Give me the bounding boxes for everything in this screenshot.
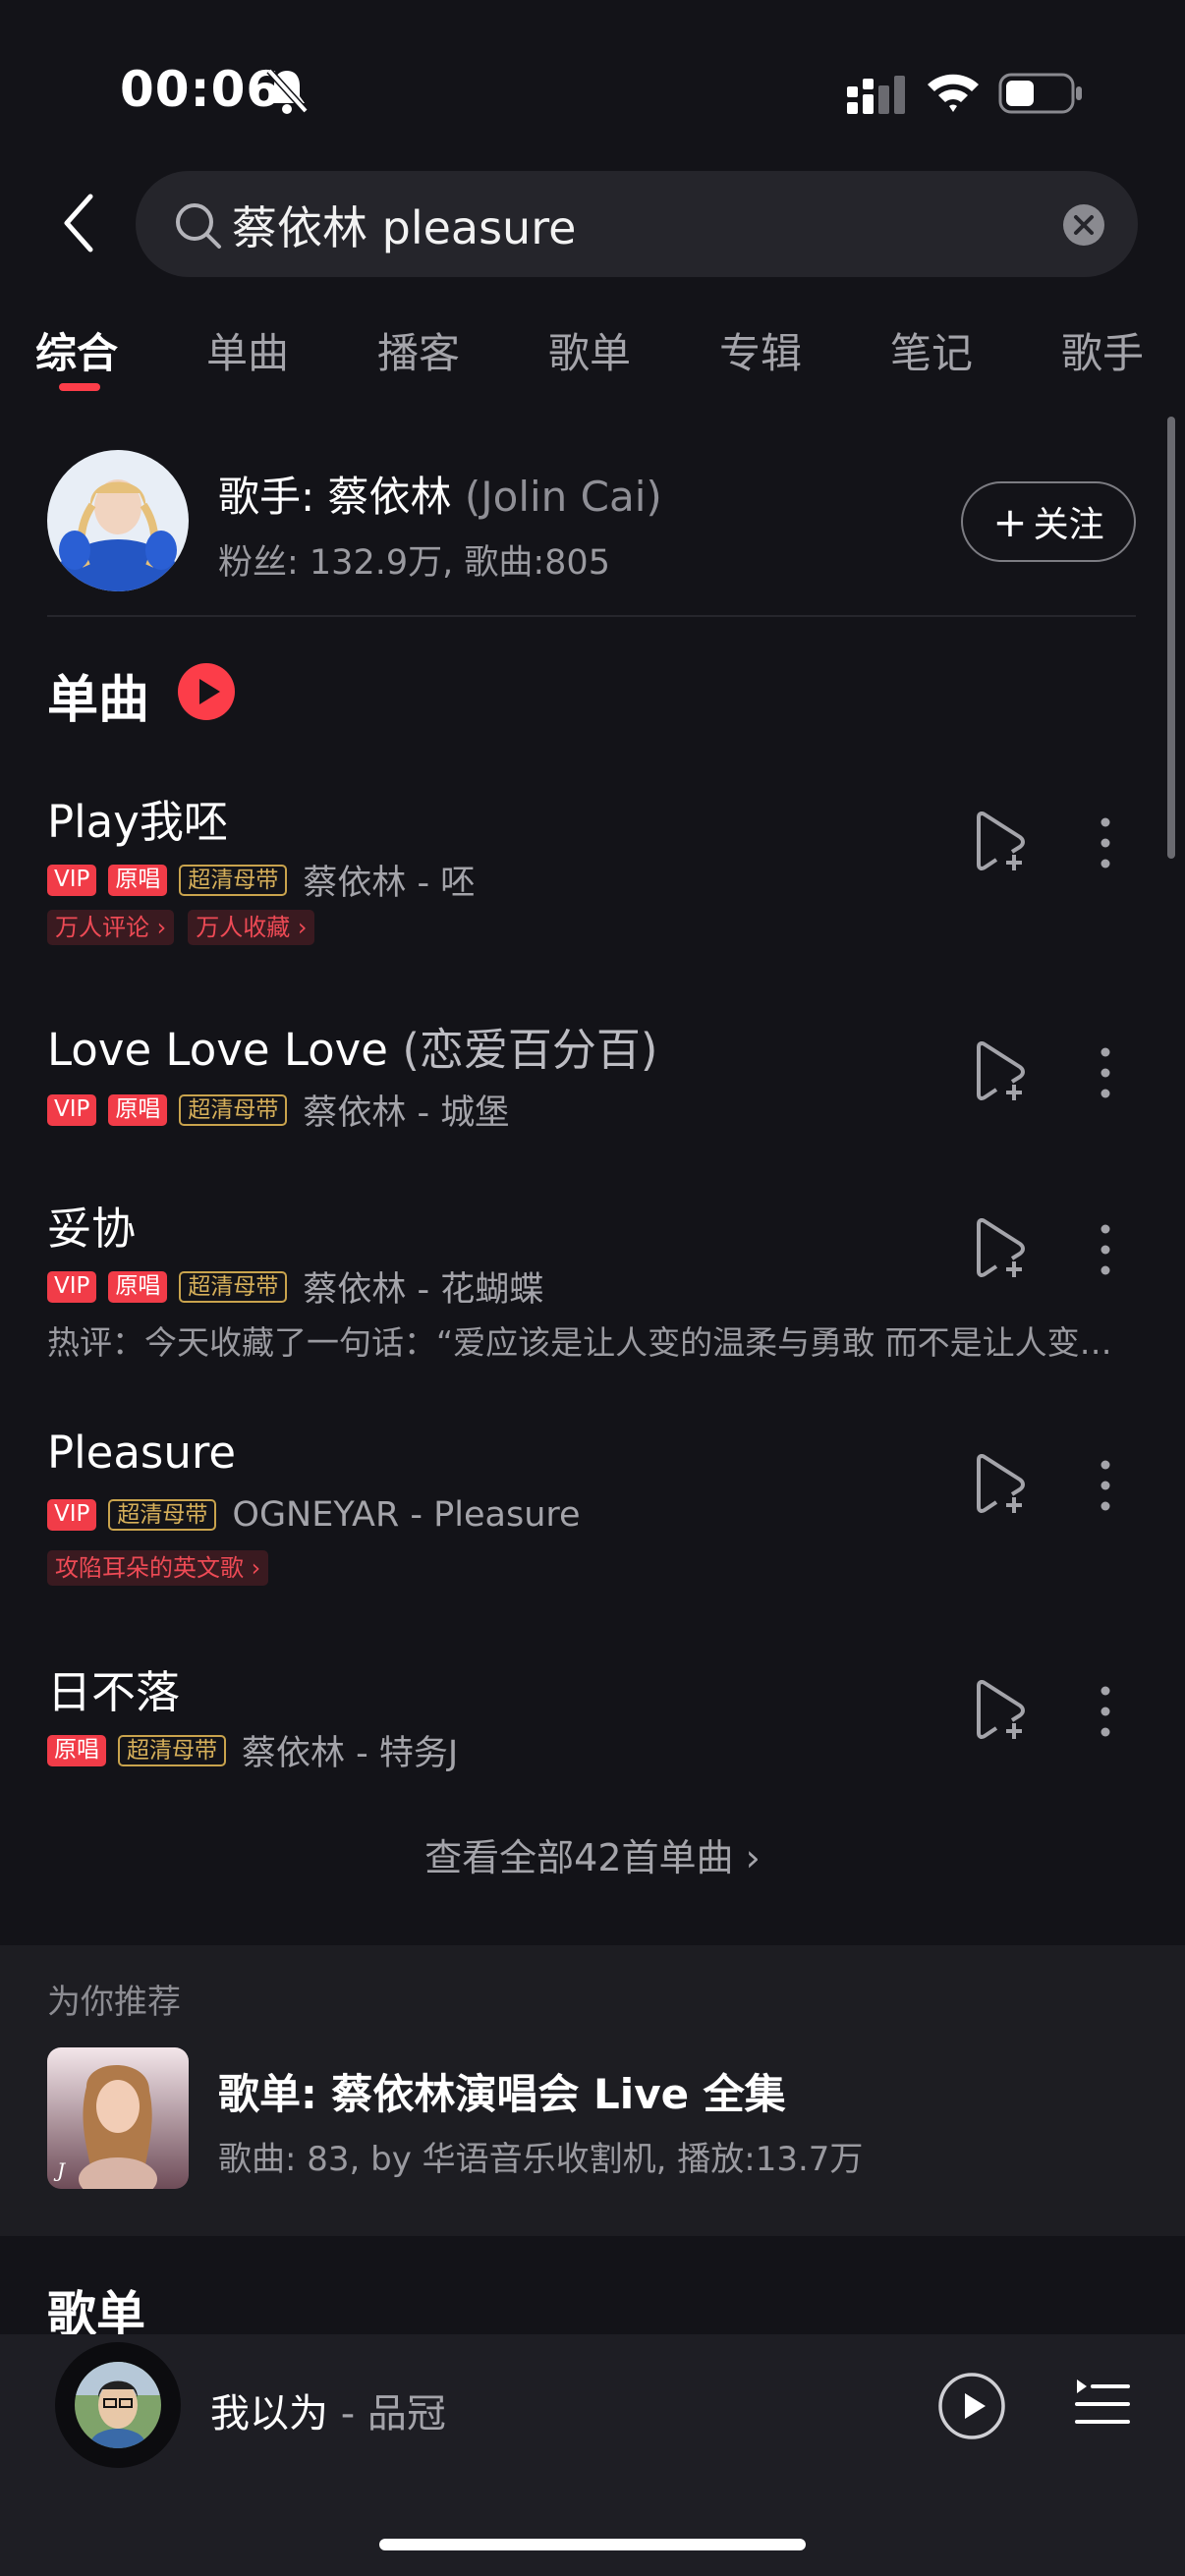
more-icon[interactable] [1099, 1045, 1112, 1100]
vip-badge: VIP [47, 1270, 97, 1303]
song-artist-album: 蔡依林 - 呸 [303, 864, 476, 903]
status-time: 00:06 [120, 61, 282, 118]
tab-comprehensive[interactable]: 综合 [35, 320, 118, 380]
song-title[interactable]: Love Love Love (恋爱百分百) [47, 1014, 657, 1078]
song-title[interactable]: Pleasure [47, 1427, 236, 1479]
view-all-singles-link[interactable]: 查看全部42首单曲 › [0, 1827, 1185, 1881]
artist-stats: 粉丝: 132.9万, 歌曲:805 [218, 543, 610, 583]
follow-label: 关注 [1033, 505, 1104, 545]
tab-podcasts[interactable]: 播客 [377, 320, 460, 380]
master-quality-badge: 超清母带 [118, 1734, 226, 1766]
plus-icon: + [992, 497, 1028, 546]
master-quality-badge: 超清母带 [179, 1093, 288, 1126]
more-icon[interactable] [1099, 1684, 1112, 1739]
play-button[interactable] [937, 2372, 1006, 2440]
master-quality-badge: 超清母带 [179, 1270, 288, 1303]
original-badge: 原唱 [108, 1093, 168, 1126]
playlist-meta: 歌曲: 83, by 华语音乐收割机, 播放:13.7万 [218, 2140, 864, 2179]
recommend-label: 为你推荐 [47, 1983, 181, 2022]
song-artist-album: 蔡依林 - 花蝴蝶 [303, 1270, 544, 1310]
add-to-playlist-icon[interactable] [973, 1041, 1032, 1102]
tab-albums[interactable]: 专辑 [719, 320, 802, 380]
artist-name: 歌手: 蔡依林 [218, 473, 452, 521]
now-playing-song: 我以为 [210, 2391, 328, 2436]
vip-badge: VIP [47, 1499, 97, 1531]
playlist-title[interactable]: 歌单: 蔡依林演唱会 Live 全集 [218, 2061, 786, 2121]
add-to-playlist-icon[interactable] [973, 1454, 1032, 1515]
tab-playlists[interactable]: 歌单 [548, 320, 631, 380]
song-tag[interactable]: 万人评论 › [47, 910, 175, 945]
song-meta: VIP 原唱 超清母带 蔡依林 - 城堡 [47, 1085, 509, 1135]
song-title[interactable]: Play我呸 [47, 786, 228, 850]
artist-title[interactable]: 歌手: 蔡依林 (Jolin Cai) [218, 464, 662, 524]
more-icon[interactable] [1099, 1222, 1112, 1277]
add-to-playlist-icon[interactable] [973, 812, 1032, 872]
signal-icon [847, 76, 905, 114]
song-artist-album: 蔡依林 - 城堡 [303, 1093, 510, 1133]
original-badge: 原唱 [108, 864, 168, 896]
more-icon[interactable] [1099, 815, 1112, 870]
now-playing-separator: - [328, 2391, 367, 2436]
original-badge: 原唱 [108, 1270, 168, 1303]
search-query[interactable]: 蔡依林 pleasure [232, 193, 576, 257]
add-to-playlist-icon[interactable] [973, 1218, 1032, 1279]
song-tags: 攻陷耳朵的英文歌 › [47, 1550, 269, 1586]
search-icon [176, 203, 221, 249]
song-tag[interactable]: 万人收藏 › [188, 910, 315, 945]
follow-button[interactable]: + 关注 [961, 481, 1136, 562]
playlist-cover[interactable]: J [47, 2047, 189, 2189]
song-title[interactable]: 妥协 [47, 1193, 136, 1257]
more-icon[interactable] [1099, 1458, 1112, 1513]
song-tags: 万人评论 › 万人收藏 › [47, 910, 315, 945]
divider [47, 615, 1136, 617]
playlist-queue-icon[interactable] [1073, 2376, 1130, 2433]
tab-indicator [59, 383, 100, 391]
battery-icon [998, 73, 1082, 114]
play-all-icon[interactable] [177, 662, 236, 721]
song-artist-album: 蔡依林 - 特务J [242, 1734, 459, 1773]
artist-english-name: (Jolin Cai) [464, 473, 662, 521]
song-title[interactable]: 日不落 [47, 1656, 180, 1720]
song-tag[interactable]: 攻陷耳朵的英文歌 › [47, 1550, 269, 1586]
now-playing-title[interactable]: 我以为 - 品冠 [210, 2381, 446, 2438]
hot-comment[interactable]: 热评：今天收藏了一句话：“爱应该是让人变的温柔与勇敢 而不是让人变的卑微与脆弱” [47, 1316, 1138, 1364]
back-button[interactable] [55, 191, 106, 255]
bell-muted-icon [266, 68, 309, 114]
tab-notes[interactable]: 笔记 [890, 320, 973, 380]
song-artist-album: OGNEYAR - Pleasure [232, 1495, 581, 1535]
vip-badge: VIP [47, 1093, 97, 1126]
wifi-icon [928, 74, 979, 112]
section-title-singles: 单曲 [47, 671, 150, 730]
chevron-right-icon: › [745, 1836, 761, 1879]
now-playing-artist: 品冠 [367, 2391, 446, 2436]
now-playing-cover [75, 2362, 161, 2448]
master-quality-badge: 超清母带 [179, 864, 288, 896]
master-quality-badge: 超清母带 [108, 1499, 217, 1531]
original-badge: 原唱 [47, 1734, 106, 1766]
scrollbar[interactable] [1167, 417, 1175, 859]
song-meta: VIP 超清母带 OGNEYAR - Pleasure [47, 1495, 581, 1535]
tab-artists[interactable]: 歌手 [1061, 320, 1144, 380]
tab-singles[interactable]: 单曲 [206, 320, 289, 380]
home-indicator[interactable] [379, 2539, 806, 2550]
clear-icon[interactable] [1061, 202, 1106, 248]
artist-avatar[interactable] [47, 450, 189, 591]
song-meta: VIP 原唱 超清母带 蔡依林 - 呸 [47, 855, 475, 905]
song-meta: VIP 原唱 超清母带 蔡依林 - 花蝴蝶 [47, 1261, 543, 1312]
vip-badge: VIP [47, 864, 97, 896]
song-meta: 原唱 超清母带 蔡依林 - 特务J [47, 1725, 458, 1775]
add-to-playlist-icon[interactable] [973, 1680, 1032, 1741]
